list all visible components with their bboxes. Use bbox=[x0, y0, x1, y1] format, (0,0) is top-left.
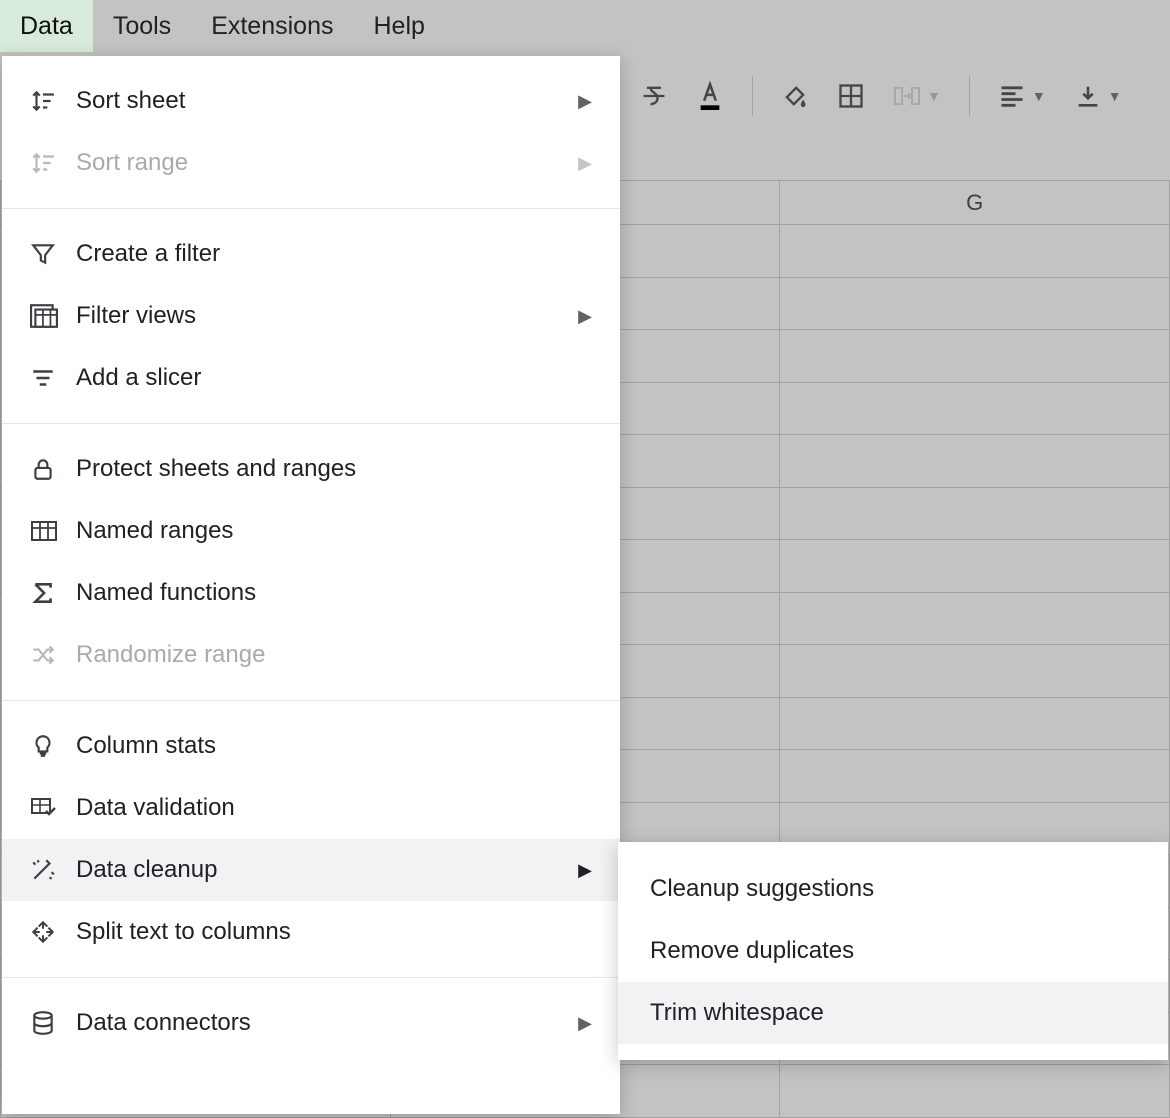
data-menu-dropdown: Sort sheet ▶ Sort range ▶ Create a filte… bbox=[2, 56, 620, 1114]
menu-item-label: Create a filter bbox=[76, 240, 592, 268]
menubar: Data Tools Extensions Help bbox=[0, 0, 1170, 52]
menu-item-label: Split text to columns bbox=[76, 918, 592, 946]
menu-separator bbox=[2, 423, 620, 424]
menu-item-label: Data cleanup bbox=[76, 856, 578, 884]
horizontal-align-button[interactable]: ▼ bbox=[998, 82, 1046, 110]
borders-icon bbox=[837, 82, 865, 110]
submenu-item-trim-whitespace[interactable]: Trim whitespace bbox=[618, 982, 1168, 1044]
menu-item-sort-sheet[interactable]: Sort sheet ▶ bbox=[2, 70, 620, 132]
menu-item-label: Data connectors bbox=[76, 1009, 578, 1037]
submenu-item-label: Cleanup suggestions bbox=[650, 875, 874, 903]
menu-item-label: Data validation bbox=[76, 794, 592, 822]
menu-item-data-validation[interactable]: Data validation bbox=[2, 777, 620, 839]
toolbar-divider bbox=[752, 76, 753, 116]
menu-item-label: Named functions bbox=[76, 579, 592, 607]
menu-tools[interactable]: Tools bbox=[93, 0, 191, 53]
column-header[interactable]: G bbox=[780, 181, 1170, 225]
lightbulb-icon bbox=[30, 733, 76, 759]
submenu-item-remove-duplicates[interactable]: Remove duplicates bbox=[618, 920, 1168, 982]
data-cleanup-submenu: Cleanup suggestions Remove duplicates Tr… bbox=[618, 842, 1168, 1060]
chevron-right-icon: ▶ bbox=[578, 153, 592, 174]
slicer-icon bbox=[30, 365, 76, 391]
menu-item-split-text[interactable]: Split text to columns bbox=[2, 901, 620, 963]
merge-cells-button[interactable]: ▼ bbox=[893, 82, 941, 110]
menu-item-label: Column stats bbox=[76, 732, 592, 760]
borders-button[interactable] bbox=[837, 82, 865, 110]
menu-item-label: Protect sheets and ranges bbox=[76, 455, 592, 483]
text-color-button[interactable] bbox=[696, 82, 724, 110]
chevron-right-icon: ▶ bbox=[578, 306, 592, 327]
chevron-right-icon: ▶ bbox=[578, 1013, 592, 1034]
menu-item-data-cleanup[interactable]: Data cleanup ▶ bbox=[2, 839, 620, 901]
submenu-item-cleanup-suggestions[interactable]: Cleanup suggestions bbox=[618, 858, 1168, 920]
menu-help[interactable]: Help bbox=[353, 0, 444, 53]
named-ranges-icon bbox=[30, 519, 76, 543]
database-icon bbox=[30, 1010, 76, 1036]
menu-item-sort-range: Sort range ▶ bbox=[2, 132, 620, 194]
chevron-right-icon: ▶ bbox=[578, 860, 592, 881]
merge-cells-icon bbox=[893, 82, 921, 110]
magic-wand-icon bbox=[30, 857, 76, 883]
chevron-right-icon: ▶ bbox=[578, 91, 592, 112]
filter-views-icon bbox=[30, 303, 76, 329]
submenu-item-label: Trim whitespace bbox=[650, 999, 824, 1027]
menu-item-filter-views[interactable]: Filter views ▶ bbox=[2, 285, 620, 347]
menu-item-named-functions[interactable]: Named functions bbox=[2, 562, 620, 624]
strikethrough-button[interactable] bbox=[640, 82, 668, 110]
chevron-down-icon: ▼ bbox=[1108, 88, 1122, 104]
data-validation-icon bbox=[30, 796, 76, 820]
menu-item-add-slicer[interactable]: Add a slicer bbox=[2, 347, 620, 409]
filter-icon bbox=[30, 241, 76, 267]
menu-item-randomize-range: Randomize range bbox=[2, 624, 620, 686]
vertical-align-bottom-icon bbox=[1074, 82, 1102, 110]
menu-item-create-filter[interactable]: Create a filter bbox=[2, 223, 620, 285]
toolbar-divider bbox=[969, 76, 970, 116]
strikethrough-icon bbox=[640, 82, 668, 110]
sort-range-icon bbox=[30, 150, 76, 176]
lock-icon bbox=[30, 456, 76, 482]
fill-color-button[interactable] bbox=[781, 82, 809, 110]
menu-separator bbox=[2, 208, 620, 209]
menu-item-label: Sort sheet bbox=[76, 87, 578, 115]
chevron-down-icon: ▼ bbox=[1032, 88, 1046, 104]
shuffle-icon bbox=[30, 642, 76, 668]
menu-separator bbox=[2, 700, 620, 701]
align-left-icon bbox=[998, 82, 1026, 110]
sigma-icon bbox=[30, 580, 76, 606]
vertical-align-button[interactable]: ▼ bbox=[1074, 82, 1122, 110]
chevron-down-icon: ▼ bbox=[927, 88, 941, 104]
text-color-icon bbox=[696, 82, 724, 110]
menu-item-label: Sort range bbox=[76, 149, 578, 177]
menu-item-protect[interactable]: Protect sheets and ranges bbox=[2, 438, 620, 500]
sort-sheet-icon bbox=[30, 88, 76, 114]
menu-item-label: Named ranges bbox=[76, 517, 592, 545]
submenu-item-label: Remove duplicates bbox=[650, 937, 854, 965]
menu-item-named-ranges[interactable]: Named ranges bbox=[2, 500, 620, 562]
fill-color-icon bbox=[781, 82, 809, 110]
menu-item-label: Filter views bbox=[76, 302, 578, 330]
split-icon bbox=[30, 919, 76, 945]
menu-extensions[interactable]: Extensions bbox=[191, 0, 353, 53]
menu-data[interactable]: Data bbox=[0, 0, 93, 53]
menu-item-column-stats[interactable]: Column stats bbox=[2, 715, 620, 777]
menu-separator bbox=[2, 977, 620, 978]
menu-item-label: Add a slicer bbox=[76, 364, 592, 392]
menu-item-data-connectors[interactable]: Data connectors ▶ bbox=[2, 992, 620, 1054]
menu-item-label: Randomize range bbox=[76, 641, 592, 669]
